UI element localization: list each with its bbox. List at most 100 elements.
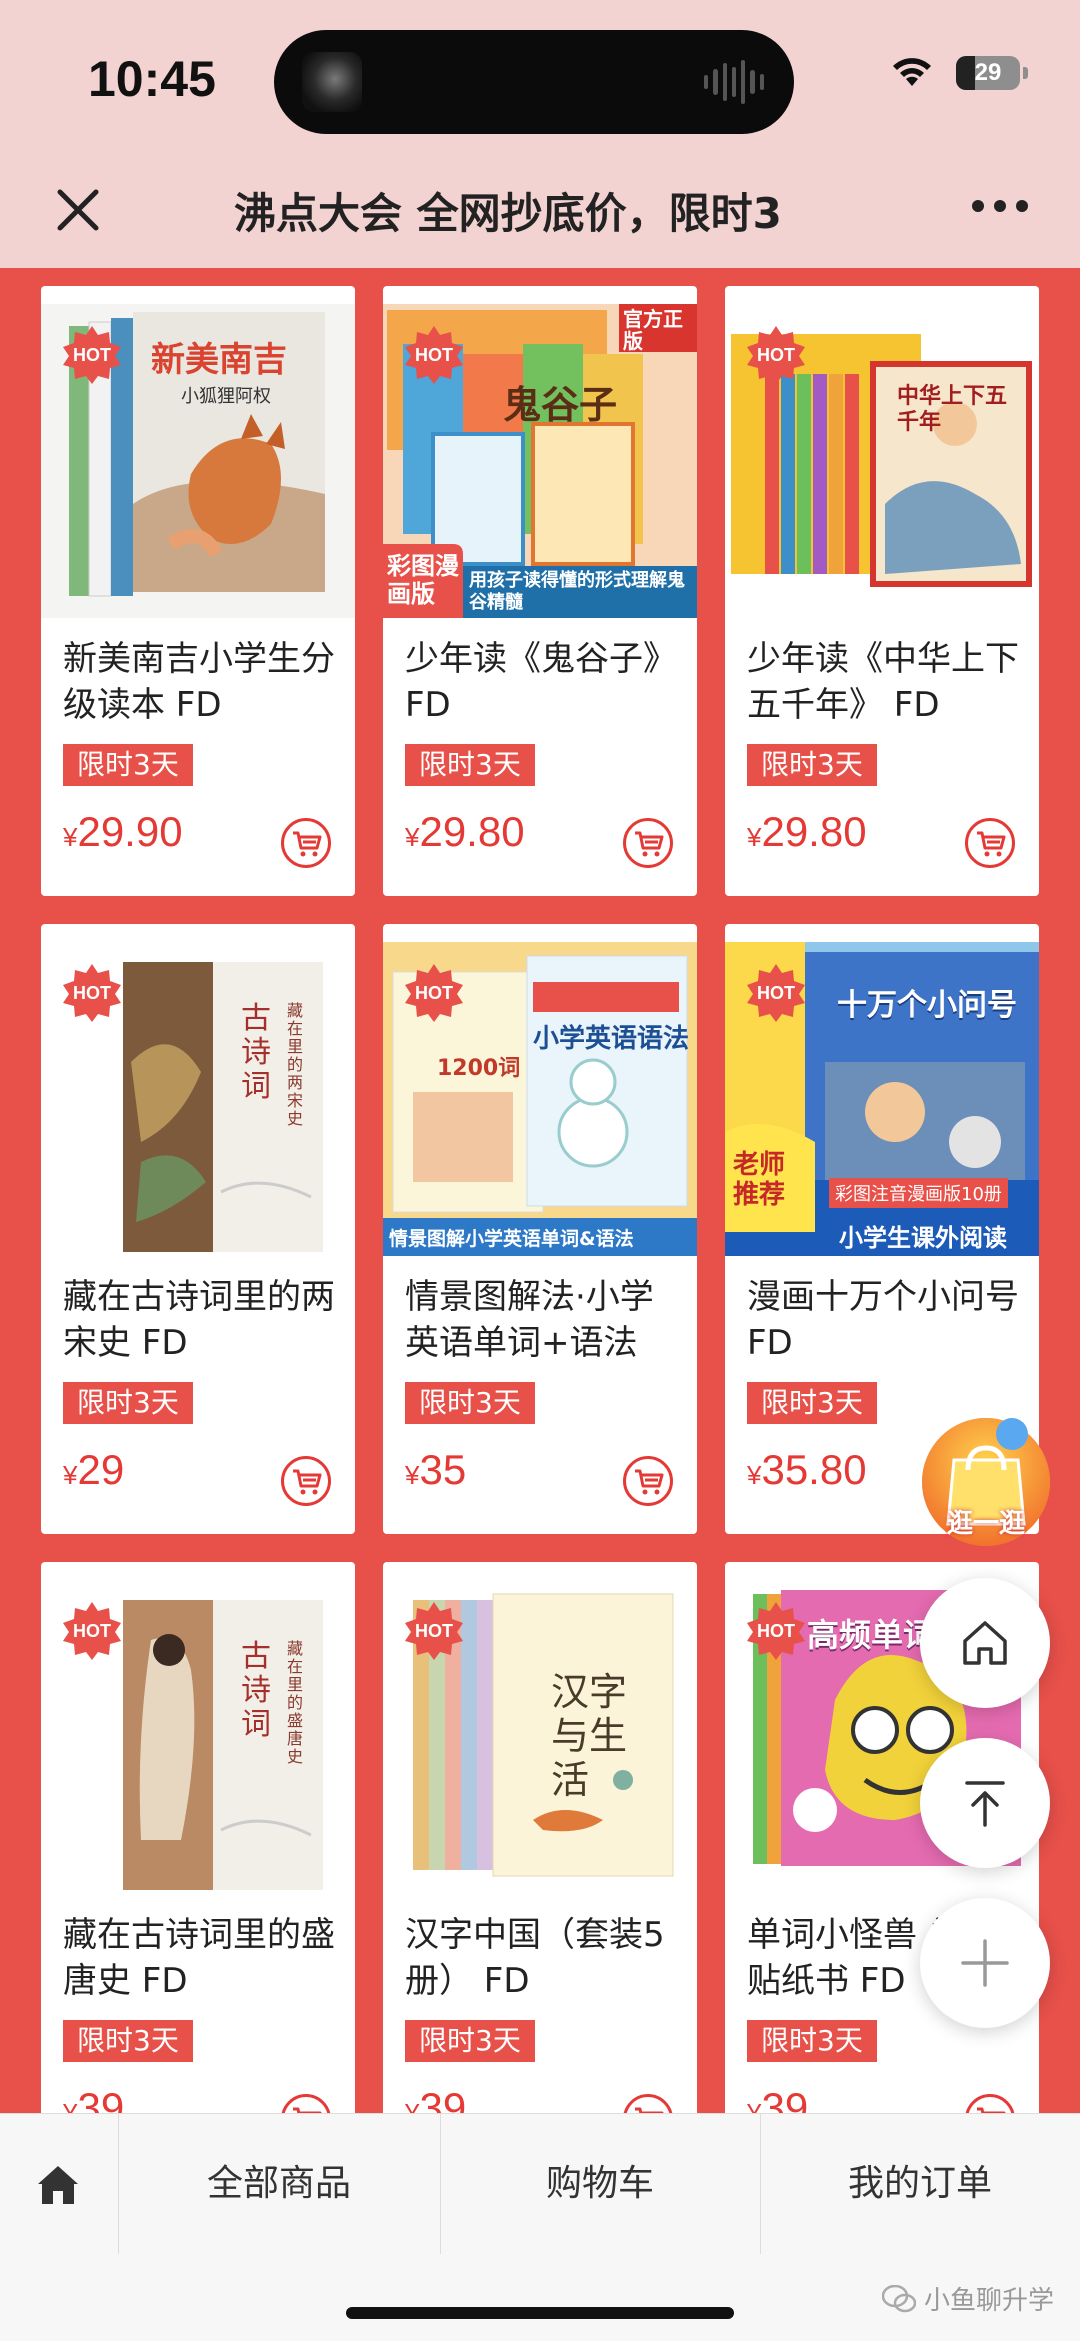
promo-tag: 限时3天 <box>405 744 535 786</box>
arrow-up-icon <box>965 1781 1005 1827</box>
plus-icon <box>961 1939 1009 1987</box>
product-card[interactable]: 新美南吉 小狐狸阿权 HOT 新美南吉小学生分级读本 FD 限时3天 ¥29.9… <box>41 286 355 896</box>
home-indicator <box>346 2307 734 2319</box>
cover-badge: 老师推荐 <box>733 1150 786 1210</box>
status-icons: 29 <box>890 56 1028 90</box>
product-price: ¥35 <box>405 1446 467 1493</box>
watermark: 小鱼聊升学 <box>881 2280 1054 2317</box>
cover-title: 新美南吉 <box>151 340 287 380</box>
cover-subtitle: 藏在 里的两宋史 <box>287 1001 304 1128</box>
product-card[interactable]: 古诗词 藏在 里的盛唐史 HOT 藏在古诗词里的盛唐史 FD 限时3天 ¥39 <box>41 1562 355 2113</box>
product-price: ¥39 <box>63 2084 125 2113</box>
plus-button[interactable] <box>920 1898 1050 2028</box>
product-name[interactable]: 漫画十万个小问号 FD <box>747 1274 1019 1370</box>
cover-title: 十万个小问号 <box>837 988 1017 1023</box>
cover-title: 高频单词 <box>807 1616 936 1654</box>
promo-tag: 限时3天 <box>747 2020 877 2062</box>
product-price: ¥29.90 <box>63 808 183 855</box>
cover-title: 古诗词 <box>241 1639 271 1742</box>
product-name[interactable]: 少年读《中华上下五千年》 FD <box>747 636 1019 732</box>
page-title: 沸点大会 全网抄底价，限时3 <box>234 189 782 238</box>
hot-badge: HOT <box>61 962 123 1024</box>
add-to-cart-icon[interactable] <box>281 818 331 868</box>
promo-tag: 限时3天 <box>747 744 877 786</box>
hot-badge: HOT <box>745 324 807 386</box>
cover-subtitle: 小狐狸阿权 <box>181 386 271 407</box>
cover-badge: 彩图漫画版 <box>387 552 459 608</box>
cover-subtitle: 藏在 里的盛唐史 <box>287 1639 304 1766</box>
promo-tag: 限时3天 <box>63 744 193 786</box>
cover-title: 汉字与生活 <box>551 1670 628 1802</box>
hot-badge: HOT <box>745 962 807 1024</box>
browse-shop-label: 逛一逛 <box>946 1509 1025 1539</box>
product-price: ¥39 <box>747 2084 809 2113</box>
promo-tag: 限时3天 <box>405 1382 535 1424</box>
nav-home[interactable] <box>0 2114 118 2254</box>
dynamic-island <box>274 30 794 134</box>
promo-tag: 限时3天 <box>63 1382 193 1424</box>
cover-title: 古诗词 <box>241 1001 271 1104</box>
cover-extra: 彩图注音漫画版10册 <box>829 1178 1008 1208</box>
cover-corner-label: 官方正版 <box>623 307 683 353</box>
nav-all-products[interactable]: 全部商品 <box>118 2114 440 2254</box>
more-icon[interactable] <box>972 200 1028 216</box>
product-name[interactable]: 藏在古诗词里的两宋史 FD <box>63 1274 335 1370</box>
cover-extra: 1200词 <box>437 1056 521 1081</box>
product-price: ¥29.80 <box>405 808 525 855</box>
battery-percent: 29 <box>974 59 1002 86</box>
product-name[interactable]: 藏在古诗词里的盛唐史 FD <box>63 1912 335 2008</box>
add-to-cart-icon[interactable] <box>281 2094 331 2113</box>
add-to-cart-icon[interactable] <box>281 1456 331 1506</box>
battery-level-fill <box>956 56 975 90</box>
hot-badge: HOT <box>403 962 465 1024</box>
product-name[interactable]: 新美南吉小学生分级读本 FD <box>63 636 335 732</box>
product-card[interactable]: 中华上下五千年 HOT 少年读《中华上下五千年》 FD 限时3天 ¥29.80 <box>725 286 1039 896</box>
product-price: ¥35.80 <box>747 1446 867 1493</box>
hot-badge: HOT <box>61 1600 123 1662</box>
scroll-to-top-button[interactable] <box>920 1738 1050 1868</box>
product-card[interactable]: 汉字与生活 HOT 汉字中国（套装5册） FD 限时3天 ¥39 <box>383 1562 697 2113</box>
nav-my-orders[interactable]: 我的订单 <box>760 2114 1080 2254</box>
cover-subtitle: 小学生课外阅读 <box>839 1224 1007 1252</box>
top-bar: 10:45 29 沸点大会 全网抄底价，限时3 <box>0 0 1080 268</box>
add-to-cart-icon[interactable] <box>623 1456 673 1506</box>
home-icon <box>38 2166 78 2204</box>
hot-badge: HOT <box>745 1600 807 1662</box>
hot-badge: HOT <box>61 324 123 386</box>
close-icon[interactable] <box>50 182 106 238</box>
cover-title: 小学英语语法 <box>533 1024 690 1054</box>
product-price: ¥29.80 <box>747 808 867 855</box>
product-grid: 新美南吉 小狐狸阿权 HOT 新美南吉小学生分级读本 FD 限时3天 ¥29.9… <box>0 268 1080 2113</box>
cover-subtitle: 用孩子读得懂的形式理解鬼谷精髓 <box>469 570 685 613</box>
nav-cart[interactable]: 购物车 <box>440 2114 760 2254</box>
promo-tag: 限时3天 <box>63 2020 193 2062</box>
product-card[interactable]: 古诗词 藏在 里的两宋史 HOT 藏在古诗词里的两宋史 FD 限时3天 ¥29 <box>41 924 355 1534</box>
add-to-cart-icon[interactable] <box>623 2094 673 2113</box>
product-name[interactable]: 汉字中国（套装5册） FD <box>405 1912 677 2008</box>
product-card[interactable]: 鬼谷子 官方正版 彩图漫画版 用孩子读得懂的形式理解鬼谷精髓 HOT 少年读《鬼… <box>383 286 697 896</box>
promo-tag: 限时3天 <box>747 1382 877 1424</box>
cover-subtitle: 情景图解小学英语单词&语法 <box>389 1228 634 1250</box>
product-name[interactable]: 少年读《鬼谷子》 FD <box>405 636 677 732</box>
add-to-cart-icon[interactable] <box>965 2094 1015 2113</box>
add-to-cart-icon[interactable] <box>623 818 673 868</box>
add-to-cart-icon[interactable] <box>965 818 1015 868</box>
product-price: ¥39 <box>405 2084 467 2113</box>
promo-tag: 限时3天 <box>405 2020 535 2062</box>
battery-icon: 29 <box>956 56 1028 90</box>
status-time: 10:45 <box>88 51 216 107</box>
home-button[interactable] <box>920 1578 1050 1708</box>
home-icon <box>963 1621 1007 1665</box>
wifi-icon <box>893 58 931 86</box>
cover-title: 中华上下五千年 <box>897 384 1008 435</box>
product-card[interactable]: 1200词 小学英语语法 情景图解小学英语单词&语法 HOT 情景图解法·小学英… <box>383 924 697 1534</box>
audio-wave-icon <box>704 60 764 104</box>
cover-title: 鬼谷子 <box>503 383 618 427</box>
browse-shop-button[interactable]: 逛一逛 <box>916 1412 1056 1552</box>
hot-badge: HOT <box>403 324 465 386</box>
product-name[interactable]: 情景图解法·小学英语单词+语法 <box>405 1274 677 1370</box>
wechat-icon <box>881 2284 916 2312</box>
product-price: ¥29 <box>63 1446 125 1493</box>
camera-icon <box>302 52 362 112</box>
hot-badge: HOT <box>403 1600 465 1662</box>
